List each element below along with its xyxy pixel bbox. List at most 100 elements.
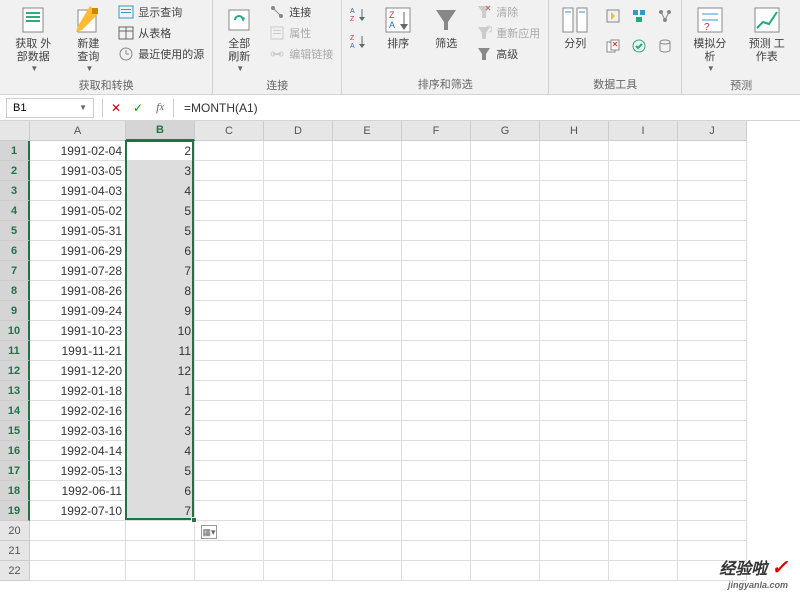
cell[interactable]: [678, 501, 747, 521]
cell[interactable]: [609, 521, 678, 541]
cell[interactable]: [678, 321, 747, 341]
column-header[interactable]: E: [333, 121, 402, 141]
cells-area[interactable]: 1991-02-0421991-03-0531991-04-0341991-05…: [30, 141, 747, 581]
cell[interactable]: [540, 281, 609, 301]
cell[interactable]: [540, 341, 609, 361]
row-header[interactable]: 22: [0, 561, 30, 581]
filter-button[interactable]: 筛选: [424, 2, 468, 53]
cell[interactable]: [471, 261, 540, 281]
cell[interactable]: [402, 441, 471, 461]
remove-duplicates-button[interactable]: [601, 32, 625, 60]
row-header[interactable]: 11: [0, 341, 30, 361]
column-header[interactable]: G: [471, 121, 540, 141]
cell[interactable]: [609, 341, 678, 361]
cell[interactable]: [264, 181, 333, 201]
cell[interactable]: [333, 341, 402, 361]
row-header[interactable]: 10: [0, 321, 30, 341]
cell[interactable]: [195, 401, 264, 421]
cell[interactable]: [402, 461, 471, 481]
cell[interactable]: [609, 501, 678, 521]
cell[interactable]: [264, 281, 333, 301]
cell[interactable]: [402, 421, 471, 441]
cell[interactable]: [195, 141, 264, 161]
cell[interactable]: 1992-07-10: [30, 501, 126, 521]
insert-function-button[interactable]: fx: [149, 98, 171, 118]
cell[interactable]: [264, 301, 333, 321]
cell[interactable]: [402, 201, 471, 221]
cell[interactable]: [402, 401, 471, 421]
cell[interactable]: [402, 321, 471, 341]
cell[interactable]: [471, 381, 540, 401]
cell[interactable]: [609, 441, 678, 461]
cell[interactable]: [264, 521, 333, 541]
row-header[interactable]: 4: [0, 201, 30, 221]
recent-sources-button[interactable]: 最近使用的源: [114, 44, 208, 64]
cell[interactable]: 2: [126, 401, 195, 421]
cell[interactable]: [609, 281, 678, 301]
cell[interactable]: [333, 461, 402, 481]
cell[interactable]: 6: [126, 481, 195, 501]
cell[interactable]: [678, 361, 747, 381]
name-box[interactable]: B1 ▼: [6, 98, 94, 118]
sort-button[interactable]: ZA 排序: [376, 2, 420, 53]
from-table-button[interactable]: 从表格: [114, 23, 208, 43]
cell[interactable]: [471, 301, 540, 321]
row-header[interactable]: 20: [0, 521, 30, 541]
cell[interactable]: [333, 201, 402, 221]
cell[interactable]: [678, 181, 747, 201]
cell[interactable]: [195, 381, 264, 401]
cell[interactable]: [678, 281, 747, 301]
cell[interactable]: [540, 241, 609, 261]
cell[interactable]: [678, 221, 747, 241]
cell[interactable]: 6: [126, 241, 195, 261]
cell[interactable]: 1992-01-18: [30, 381, 126, 401]
cell[interactable]: [264, 261, 333, 281]
cell[interactable]: [333, 421, 402, 441]
cell[interactable]: [402, 481, 471, 501]
row-header[interactable]: 15: [0, 421, 30, 441]
data-validation-button[interactable]: [627, 32, 651, 60]
cell[interactable]: 1991-02-04: [30, 141, 126, 161]
cell[interactable]: [540, 481, 609, 501]
cell[interactable]: [195, 421, 264, 441]
cell[interactable]: [678, 401, 747, 421]
cell[interactable]: [333, 541, 402, 561]
column-header[interactable]: J: [678, 121, 747, 141]
cell[interactable]: 1991-04-03: [30, 181, 126, 201]
cell[interactable]: [609, 381, 678, 401]
cell[interactable]: 8: [126, 281, 195, 301]
cell[interactable]: [471, 501, 540, 521]
cell[interactable]: [471, 241, 540, 261]
row-header[interactable]: 7: [0, 261, 30, 281]
cell[interactable]: [333, 561, 402, 581]
cell[interactable]: [678, 261, 747, 281]
cell[interactable]: [609, 541, 678, 561]
cell[interactable]: [195, 301, 264, 321]
cell[interactable]: [471, 421, 540, 441]
cell[interactable]: [609, 221, 678, 241]
column-header[interactable]: B: [126, 121, 195, 141]
cell[interactable]: [678, 421, 747, 441]
cell[interactable]: [609, 161, 678, 181]
cell[interactable]: [264, 481, 333, 501]
cell[interactable]: [264, 201, 333, 221]
cell[interactable]: [678, 301, 747, 321]
cell[interactable]: [609, 141, 678, 161]
row-header[interactable]: 1: [0, 141, 30, 161]
cell[interactable]: [471, 561, 540, 581]
cell[interactable]: [402, 381, 471, 401]
cell[interactable]: [678, 201, 747, 221]
row-header[interactable]: 2: [0, 161, 30, 181]
cell[interactable]: 3: [126, 421, 195, 441]
row-header[interactable]: 14: [0, 401, 30, 421]
cell[interactable]: [264, 241, 333, 261]
cell[interactable]: [333, 481, 402, 501]
cell[interactable]: 11: [126, 341, 195, 361]
manage-model-button[interactable]: [653, 32, 677, 60]
row-header[interactable]: 13: [0, 381, 30, 401]
cell[interactable]: [195, 481, 264, 501]
cell[interactable]: 1991-05-02: [30, 201, 126, 221]
cell[interactable]: 1992-03-16: [30, 421, 126, 441]
cell[interactable]: [609, 201, 678, 221]
cell[interactable]: [540, 381, 609, 401]
